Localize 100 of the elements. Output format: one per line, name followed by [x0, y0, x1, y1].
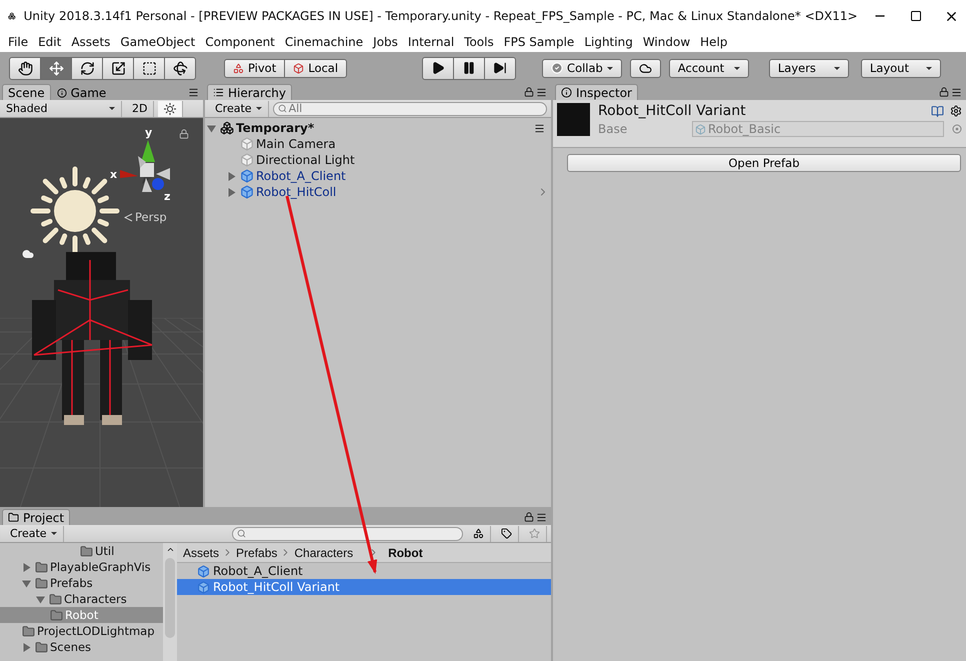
search-icon [236, 529, 246, 538]
search-field[interactable]: All [272, 102, 547, 116]
layers-dropdown[interactable]: Layers [768, 58, 849, 78]
lighting-toggle[interactable] [158, 100, 184, 116]
cube-icon [240, 185, 254, 199]
menu-icon[interactable] [188, 86, 199, 98]
breadcrumb-item[interactable]: Characters [294, 546, 354, 560]
breadcrumb-item[interactable]: Prefabs [236, 546, 278, 560]
collab-dropdown[interactable]: Collab [542, 58, 622, 78]
menu-item[interactable]: Window [638, 35, 696, 49]
star-icon [529, 528, 540, 539]
scene-header[interactable]: Temporary* [205, 120, 551, 136]
folder-icon [50, 608, 63, 622]
menu-item[interactable]: Jobs [368, 35, 403, 49]
menu-icon[interactable] [951, 86, 962, 98]
menu-item[interactable]: File [3, 35, 34, 49]
lock-icon[interactable] [524, 87, 534, 97]
expand-arrow-icon[interactable] [227, 172, 236, 180]
folder-tree-item[interactable]: Scenes [0, 639, 163, 655]
search-icon [278, 104, 287, 113]
hierarchy-tab[interactable]: Hierarchy [207, 84, 292, 100]
account-dropdown[interactable]: Account [668, 58, 749, 78]
cloud-button[interactable] [630, 58, 661, 78]
menu-item[interactable]: Lighting [579, 35, 638, 49]
cloud-icon [22, 248, 34, 260]
tool-button[interactable] [133, 56, 165, 80]
prefab-icon [695, 124, 706, 134]
breadcrumb-item[interactable]: Assets [183, 546, 220, 560]
expand-arrow-icon[interactable] [22, 562, 31, 572]
shading-dropdown[interactable]: Shaded [0, 100, 122, 116]
tool-button[interactable] [9, 56, 41, 80]
menu-item[interactable]: Tools [459, 35, 499, 49]
folder-tree-item[interactable]: Characters [0, 591, 163, 607]
tool-button[interactable] [71, 56, 103, 80]
perspective-icon [124, 212, 133, 222]
settings-icon[interactable] [950, 105, 962, 117]
scrollbar[interactable] [163, 543, 177, 661]
folder-tree-item[interactable]: Prefabs [0, 575, 163, 591]
search-field[interactable] [232, 526, 463, 540]
open-prefab-button[interactable]: Open Prefab [567, 154, 961, 172]
folder-icon [8, 512, 19, 523]
tool-button[interactable] [164, 56, 196, 80]
folder-tree-item[interactable]: ProjectLODLightmap [0, 623, 163, 639]
asset-item[interactable]: Robot_A_Client [177, 563, 551, 579]
cloud-icon [638, 62, 652, 74]
hierarchy-item[interactable]: Main Camera [205, 136, 551, 152]
scroll-up-icon[interactable] [166, 545, 174, 554]
menu-item[interactable]: Help [695, 35, 733, 49]
inspector-tab[interactable]: Inspector [555, 84, 638, 100]
prefab-icon [197, 580, 210, 594]
menu-item[interactable]: Cinemachine [280, 35, 368, 49]
lock-icon[interactable] [179, 129, 189, 139]
tool-button[interactable] [102, 56, 134, 80]
step-button[interactable] [484, 56, 516, 80]
panel-tab[interactable]: Scene [2, 84, 51, 100]
hierarchy-item[interactable]: Directional Light [205, 152, 551, 168]
folder-icon [35, 576, 48, 590]
asset-item[interactable]: Robot_HitColl Variant [177, 579, 551, 595]
expand-arrow-icon[interactable] [36, 594, 45, 604]
expand-arrow-icon[interactable] [22, 578, 31, 588]
project-tab[interactable]: Project [2, 509, 70, 525]
menu-item[interactable]: GameObject [115, 35, 200, 49]
axis-gizmo[interactable]: y x z [108, 126, 178, 202]
hierarchy-item[interactable]: Robot_HitColl [205, 184, 551, 200]
folder-icon [49, 592, 62, 606]
panel-tab[interactable]: Game [50, 84, 112, 100]
2d-toggle[interactable]: 2D [126, 100, 154, 116]
menu-icon[interactable] [536, 512, 547, 522]
expand-arrow-icon[interactable] [207, 124, 216, 132]
menu-item[interactable]: FPS Sample [498, 35, 580, 49]
pause-button[interactable] [453, 56, 486, 80]
create-dropdown[interactable]: Create [4, 526, 64, 542]
help-book-icon[interactable] [931, 104, 944, 118]
layout-dropdown[interactable]: Layout [860, 58, 941, 78]
rotate-icon [80, 60, 94, 76]
folder-icon [35, 640, 48, 654]
menu-item[interactable]: Assets [66, 35, 116, 49]
lock-icon[interactable] [939, 87, 949, 97]
folder-tree-item[interactable]: PlayableGraphVis [0, 559, 163, 575]
object-name: Robot_HitColl Variant [598, 103, 746, 119]
play-button[interactable] [422, 56, 454, 80]
expand-arrow-icon[interactable] [22, 642, 31, 652]
projection-label[interactable]: Persp [135, 210, 167, 224]
cube-icon [240, 169, 254, 183]
expand-arrow-icon[interactable] [227, 188, 236, 196]
create-dropdown[interactable]: Create [209, 100, 269, 116]
menu-item[interactable]: Edit [33, 35, 66, 49]
menu-item[interactable]: Component [200, 35, 280, 49]
local-button[interactable]: Local [284, 58, 348, 78]
hierarchy-item[interactable]: Robot_A_Client [205, 168, 551, 184]
lock-icon[interactable] [524, 512, 534, 522]
menu-icon[interactable] [534, 122, 545, 134]
folder-tree-item[interactable]: Util [0, 543, 163, 559]
scene-viewport[interactable]: y x z Persp [0, 118, 203, 507]
hand-icon [18, 60, 32, 76]
pivot-button[interactable]: Pivot [224, 58, 286, 78]
breadcrumb-item[interactable]: Robot [388, 546, 423, 560]
menu-icon[interactable] [536, 86, 547, 98]
folder-icon [22, 624, 35, 638]
menu-item[interactable]: Internal [402, 35, 460, 49]
